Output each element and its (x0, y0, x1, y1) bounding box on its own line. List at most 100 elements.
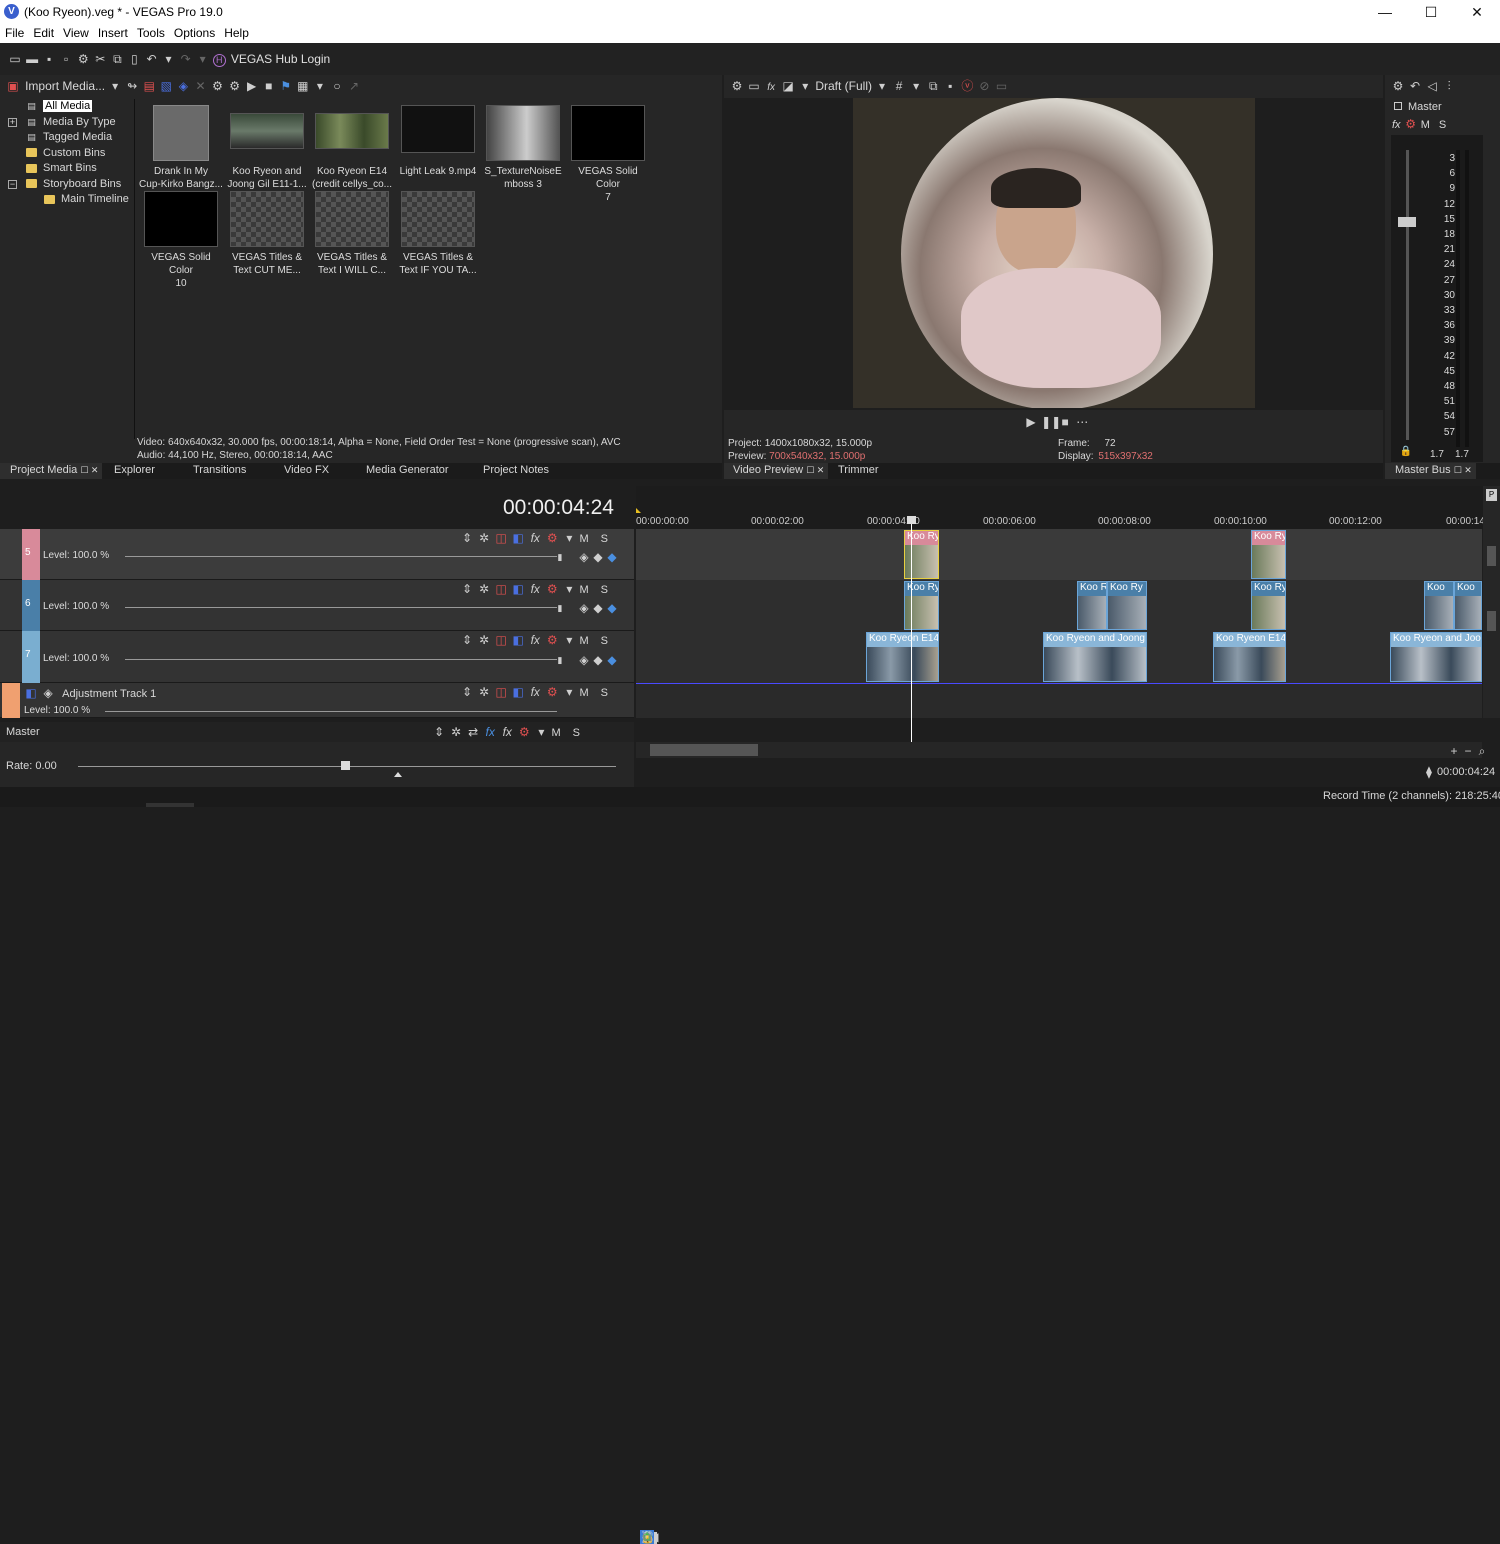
master-fx-blue-icon[interactable]: fx (483, 725, 497, 739)
media-item[interactable]: VEGAS Solid Color 10 (138, 191, 224, 290)
vertical-scrollbar[interactable]: P (1483, 486, 1500, 718)
menu-view[interactable]: View (58, 24, 93, 40)
overlays-dropdown-icon[interactable]: ▾ (909, 79, 923, 93)
bus-mixer-icon[interactable]: ⫶ (1442, 79, 1456, 93)
tree-item-tagged-media[interactable]: ▤ Tagged Media (8, 130, 134, 146)
tab-close-icon[interactable]: ☐ ✕ (80, 465, 98, 475)
menu-help[interactable]: Help (219, 24, 253, 40)
media-fx2-icon[interactable]: ⚙ (228, 79, 242, 93)
clip-track7[interactable]: Koo Ryeon and Joon (1390, 632, 1482, 682)
track-fx-blue-icon[interactable]: ◧ (511, 685, 525, 699)
track-5-level-slider[interactable] (125, 556, 557, 557)
track-7-solo[interactable]: S (601, 635, 608, 647)
quality-dropdown-icon[interactable]: ▾ (798, 79, 812, 93)
tab-explorer[interactable]: Explorer (114, 464, 155, 476)
master-dropdown-icon[interactable]: ▾ (534, 725, 548, 739)
media-item[interactable]: VEGAS Titles & Text I WILL C... (309, 191, 395, 277)
new-project-icon[interactable]: ▭ (8, 52, 22, 66)
master-gear-icon[interactable]: ⚙ (517, 725, 531, 739)
media-item[interactable]: Light Leak 9.mp4 (395, 105, 481, 178)
cut-icon[interactable]: ✂ (93, 52, 107, 66)
zoom-out-icon[interactable]: − (1461, 744, 1475, 758)
link-icon[interactable]: ⊘ (977, 79, 991, 93)
compositing-icon[interactable]: ✲ (477, 531, 491, 545)
media-item[interactable]: Koo Ryeon and Joong Gil E11-1... (224, 105, 310, 191)
save-snapshot-icon[interactable]: ▪ (943, 79, 957, 93)
tree-item-storyboard-bins[interactable]: − Storyboard Bins (8, 177, 134, 193)
tab-close-icon[interactable]: ☐ ✕ (1454, 465, 1472, 475)
track-dropdown-icon[interactable]: ▾ (562, 633, 576, 647)
compositing-icon[interactable]: ✲ (477, 633, 491, 647)
undo-history-icon[interactable]: ▾ (162, 52, 176, 66)
compositing-icon[interactable]: ✲ (449, 725, 463, 739)
capture-icon[interactable]: ↬ (125, 79, 139, 93)
track-motion-icon[interactable]: ◫ (494, 633, 508, 647)
tab-trimmer[interactable]: Trimmer (838, 464, 879, 476)
compositing-icon[interactable]: ✲ (477, 582, 491, 596)
tab-close-icon[interactable]: ☐ ✕ (806, 465, 824, 475)
media-item[interactable]: VEGAS Solid Color 7 (565, 105, 651, 204)
clip-track5[interactable]: Koo Ry (1251, 530, 1286, 579)
expand-icon[interactable]: + (8, 117, 17, 127)
copy-snapshot-icon[interactable]: ⧉ (926, 79, 940, 93)
external-monitor-icon[interactable]: ▭ (747, 79, 761, 93)
adjustment-level-slider[interactable] (105, 711, 557, 712)
track-6-level-slider[interactable] (125, 607, 557, 608)
track-motion-icon[interactable]: ◫ (494, 531, 508, 545)
track-dropdown-icon[interactable]: ▾ (562, 685, 576, 699)
clip-track7[interactable]: Koo Ryeon E14 (866, 632, 939, 682)
track-gear-icon[interactable]: ⚙ (545, 582, 559, 596)
track-dropdown-icon[interactable]: ▾ (562, 582, 576, 596)
expand-track-icon[interactable]: ⇕ (460, 633, 474, 647)
nest-icon[interactable]: ⧉ (640, 1530, 654, 1544)
tab-transitions[interactable]: Transitions (193, 464, 246, 476)
tab-video-fx[interactable]: Video FX (284, 464, 329, 476)
bus-monitor-icon[interactable]: ↶ (1408, 79, 1422, 93)
menu-insert[interactable]: Insert (93, 24, 132, 40)
save-icon[interactable]: ▪ (42, 52, 56, 66)
redo-icon[interactable]: ↷ (179, 52, 193, 66)
track-6-solo[interactable]: S (601, 584, 608, 596)
clip-track7[interactable]: Koo Ryeon E14 (1213, 632, 1286, 682)
bus-solo-button[interactable]: S (1439, 119, 1446, 131)
play-icon[interactable]: ▶ (1024, 415, 1038, 429)
playhead-handle-icon[interactable] (907, 516, 916, 524)
import-media-button[interactable]: Import Media... (25, 79, 105, 93)
media-item[interactable]: Drank In My Cup-Kirko Bangz... (138, 105, 224, 191)
clip-track6[interactable]: Koo (1424, 581, 1454, 630)
adjustment-track-lane[interactable] (636, 684, 1482, 718)
views-dropdown-icon[interactable]: ▾ (313, 79, 327, 93)
blend-icon[interactable]: ◈ (577, 653, 591, 667)
track-gear-icon[interactable]: ⚙ (545, 531, 559, 545)
master-solo[interactable]: S (573, 727, 580, 739)
clip-track6[interactable]: Koo Ry (1251, 581, 1286, 630)
tab-video-preview[interactable]: Video Preview ☐ ✕ (724, 463, 829, 479)
track-7-header[interactable]: 7 Level: 100.0 % ▮ ⇕ ✲ ◫ ◧ fx ⚙ ▾ M S ◈ ◆… (0, 631, 634, 683)
clip-track7[interactable]: Koo Ryeon and Joong (1043, 632, 1147, 682)
media-fx-icon[interactable]: ◈ (176, 79, 190, 93)
copy-icon[interactable]: ⧉ (110, 52, 124, 66)
pause-icon[interactable]: ❚❚ (1041, 415, 1061, 429)
search-dropdown-icon[interactable]: ↗ (347, 79, 361, 93)
track-motion-icon[interactable]: ◫ (494, 582, 508, 596)
master-fader-handle[interactable] (1398, 217, 1416, 227)
clip-track6[interactable]: Koo R (1077, 581, 1107, 630)
quality-caret-icon[interactable]: ▾ (875, 79, 889, 93)
get-media-icon[interactable]: ▤ (142, 79, 156, 93)
video-fx-icon[interactable]: fx (764, 81, 778, 95)
remove-unused-icon[interactable]: ▧ (159, 79, 173, 93)
vegas-hub-login-button[interactable]: VEGAS Hub Login (231, 52, 330, 66)
adjustment-track-header[interactable]: ◧ ◈ Adjustment Track 1 Level: 100.0 % ⇕ … (0, 683, 634, 718)
close-button[interactable]: ✕ (1454, 2, 1500, 22)
mix-icon[interactable]: ⇄ (466, 725, 480, 739)
parent-icon[interactable]: ◆ (605, 601, 619, 615)
minimize-button[interactable]: — (1362, 2, 1408, 22)
track-fx-blue-icon[interactable]: ◧ (511, 633, 525, 647)
tree-item-custom-bins[interactable]: Custom Bins (8, 146, 134, 162)
compositing-icon[interactable]: ✲ (477, 685, 491, 699)
tab-master-bus[interactable]: Master Bus ☐ ✕ (1385, 463, 1476, 479)
track-5-header[interactable]: 5 Level: 100.0 % ▮ ⇕ ✲ ◫ ◧ fx ⚙ ▾ M S ◈ ◆… (0, 529, 634, 580)
adjustment-mute[interactable]: M (579, 687, 588, 699)
media-item[interactable]: VEGAS Titles & Text CUT ME... (224, 191, 310, 277)
open-icon[interactable]: ▬ (25, 52, 39, 66)
